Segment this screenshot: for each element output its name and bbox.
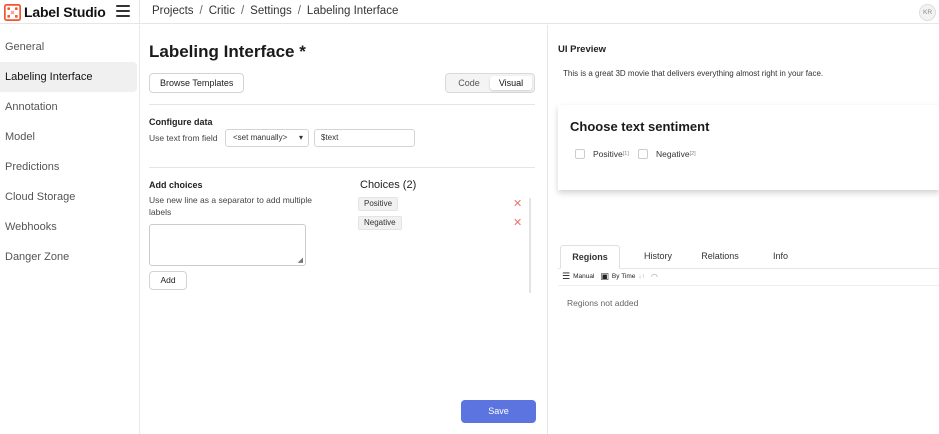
tab-visual[interactable]: Visual bbox=[490, 76, 532, 90]
app-name: Label Studio bbox=[24, 4, 106, 20]
choices-title: Choices (2) bbox=[360, 179, 417, 191]
choice-item: Negative bbox=[358, 216, 402, 230]
sidebar-item-labeling-interface[interactable]: Labeling Interface bbox=[0, 62, 137, 92]
regions-toolbar: ☰ Manual ▣ By Time ↓↑ ◠ bbox=[562, 271, 658, 282]
save-button[interactable]: Save bbox=[461, 400, 536, 423]
preview-sample-text: This is a great 3D movie that delivers e… bbox=[563, 69, 824, 78]
by-time-sort-button[interactable]: ▣ By Time ↓↑ bbox=[600, 271, 645, 282]
sidebar-item-general[interactable]: General bbox=[0, 32, 139, 62]
calendar-icon: ▣ bbox=[600, 271, 609, 281]
breadcrumb-project[interactable]: Critic bbox=[209, 5, 235, 17]
regions-empty-text: Regions not added bbox=[567, 298, 639, 308]
field-select-value: <set manually> bbox=[233, 133, 288, 142]
divider bbox=[558, 285, 939, 286]
breadcrumb: Projects / Critic / Settings / Labeling … bbox=[152, 5, 398, 17]
scrollbar[interactable] bbox=[529, 198, 531, 293]
breadcrumb-projects[interactable]: Projects bbox=[152, 5, 194, 17]
chevron-down-icon: ▾ bbox=[298, 133, 303, 142]
ui-preview-panel: UI Preview This is a great 3D movie that… bbox=[547, 25, 939, 434]
avatar[interactable]: KR bbox=[919, 4, 936, 21]
view-toggle: Code Visual bbox=[445, 73, 535, 93]
option-negative[interactable]: Negative [2] bbox=[638, 149, 696, 159]
divider bbox=[149, 167, 535, 168]
sort-order-icon: ↓↑ bbox=[638, 273, 645, 280]
option-positive[interactable]: Positive [1] bbox=[575, 149, 629, 159]
sidebar-item-predictions[interactable]: Predictions bbox=[0, 152, 139, 182]
resize-handle-icon[interactable]: ◢ bbox=[298, 256, 303, 264]
option-label: Positive bbox=[593, 149, 623, 159]
tab-history[interactable]: History bbox=[628, 245, 688, 269]
configure-data-heading: Configure data bbox=[149, 117, 213, 127]
label-studio-logo-icon bbox=[4, 3, 21, 21]
app-logo[interactable]: Label Studio bbox=[4, 3, 106, 21]
remove-choice-icon[interactable]: ✕ bbox=[513, 217, 522, 229]
tab-relations[interactable]: Relations bbox=[690, 245, 750, 269]
field-label: Use text from field bbox=[149, 133, 218, 143]
breadcrumb-separator: / bbox=[297, 5, 301, 17]
manual-label: Manual bbox=[573, 273, 595, 280]
tab-code[interactable]: Code bbox=[448, 76, 490, 90]
sidebar-item-annotation[interactable]: Annotation bbox=[0, 92, 139, 122]
by-time-label: By Time bbox=[611, 273, 636, 280]
card-title: Choose text sentiment bbox=[570, 119, 710, 134]
sidebar-item-cloud-storage[interactable]: Cloud Storage bbox=[0, 182, 139, 212]
checkbox[interactable] bbox=[575, 149, 585, 159]
divider bbox=[149, 104, 535, 105]
browse-templates-button[interactable]: Browse Templates bbox=[149, 73, 245, 93]
list-icon: ☰ bbox=[562, 271, 571, 281]
settings-sidebar: General Labeling Interface Annotation Mo… bbox=[0, 25, 140, 434]
hotkey-label: [2] bbox=[689, 151, 696, 157]
add-choices-heading: Add choices bbox=[149, 180, 203, 190]
sidebar-item-model[interactable]: Model bbox=[0, 122, 139, 152]
field-select[interactable]: <set manually> ▾ bbox=[225, 129, 309, 147]
breadcrumb-separator: / bbox=[199, 5, 203, 17]
breadcrumb-settings[interactable]: Settings bbox=[250, 5, 292, 17]
breadcrumb-separator: / bbox=[240, 5, 245, 17]
menu-icon[interactable] bbox=[116, 5, 130, 18]
divider bbox=[139, 0, 140, 24]
option-label: Negative bbox=[656, 149, 690, 159]
choices-card: Choose text sentiment Positive [1] Negati… bbox=[558, 105, 939, 190]
tab-regions[interactable]: Regions bbox=[560, 245, 620, 269]
sidepanel-tabs: Regions History Relations Info bbox=[558, 245, 939, 269]
preview-title: UI Preview bbox=[558, 44, 607, 55]
text-field-input[interactable]: $text bbox=[314, 129, 415, 147]
page-title: Labeling Interface * bbox=[149, 42, 306, 61]
tab-info[interactable]: Info bbox=[758, 245, 803, 269]
hotkey-label: [1] bbox=[622, 151, 629, 157]
add-choices-hint: Use new line as a separator to add multi… bbox=[149, 195, 313, 217]
visibility-icon[interactable]: ◠ bbox=[651, 272, 658, 281]
add-button[interactable]: Add bbox=[149, 271, 187, 290]
choices-textarea[interactable]: ◢ bbox=[149, 224, 306, 266]
sidebar-item-danger-zone[interactable]: Danger Zone bbox=[0, 242, 139, 272]
top-bar: Label Studio Projects / Critic / Setting… bbox=[0, 0, 939, 24]
config-panel: Labeling Interface * Browse Templates Co… bbox=[141, 25, 547, 434]
remove-choice-icon[interactable]: ✕ bbox=[513, 198, 522, 210]
sidebar-item-webhooks[interactable]: Webhooks bbox=[0, 212, 139, 242]
manual-sort-button[interactable]: ☰ Manual bbox=[562, 271, 594, 282]
breadcrumb-current: Labeling Interface bbox=[306, 5, 399, 17]
checkbox[interactable] bbox=[638, 149, 648, 159]
choice-item: Positive bbox=[358, 197, 399, 211]
